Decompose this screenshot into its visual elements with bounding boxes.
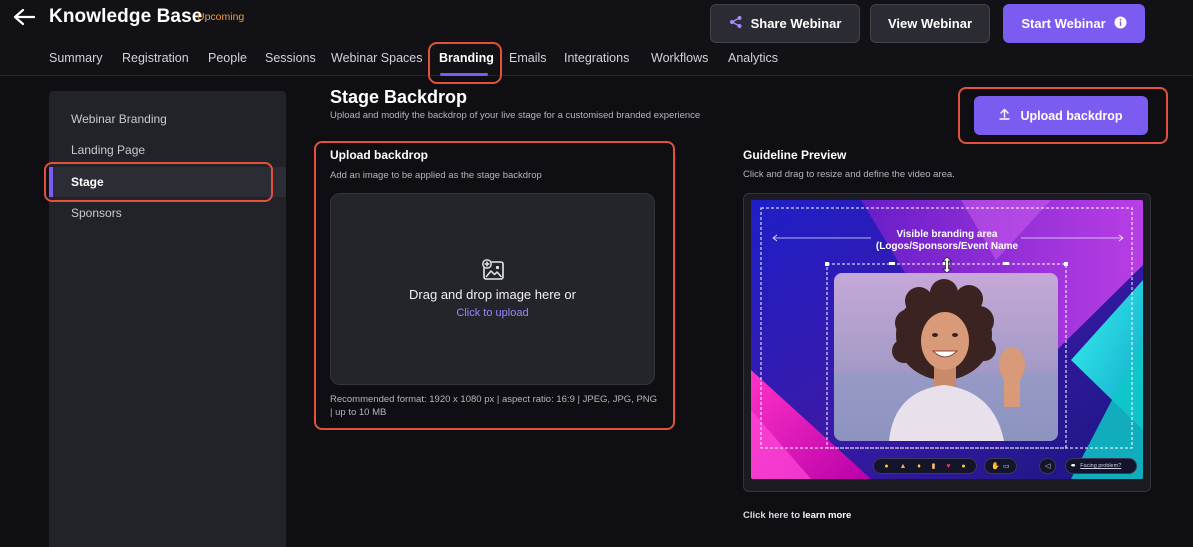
video-area[interactable]: [834, 273, 1058, 441]
start-webinar-button[interactable]: Start Webinar: [1003, 4, 1145, 43]
tab-workflows[interactable]: Workflows: [651, 51, 708, 65]
facing-problem-link[interactable]: Facing problem?: [1080, 463, 1121, 469]
sidebar-item-label: Sponsors: [71, 206, 122, 220]
tab-registration[interactable]: Registration: [122, 51, 189, 65]
stage-preview[interactable]: Visible branding area (Logos/Sponsors/Ev…: [751, 200, 1143, 479]
chat-icon[interactable]: ⬬: [1071, 463, 1075, 470]
sidebar-item-stage[interactable]: Stage: [49, 167, 286, 197]
upload-icon: [999, 108, 1011, 123]
clap-emoji-icon[interactable]: ●: [961, 463, 965, 470]
sidebar-item-sponsors[interactable]: Sponsors: [49, 198, 286, 228]
start-webinar-label: Start Webinar: [1021, 16, 1106, 31]
image-add-icon: [481, 259, 505, 286]
tab-branding[interactable]: Branding: [439, 51, 494, 65]
hand-controls: ✋ ▭: [984, 458, 1017, 474]
nav-tabs: Summary Registration People Sessions Web…: [0, 46, 1193, 76]
presenter-image: [834, 273, 1058, 441]
upload-section-subtitle: Add an image to be applied as the stage …: [330, 170, 542, 181]
volume-control: ◁: [1039, 458, 1056, 474]
share-icon: [729, 15, 743, 32]
guideline-title: Guideline Preview: [743, 148, 847, 162]
visible-branding-line2: (Logos/Sponsors/Event Name: [875, 241, 1019, 252]
active-indicator: [49, 167, 53, 197]
info-icon[interactable]: [1114, 16, 1127, 32]
sidebar-item-webinar-branding[interactable]: Webinar Branding: [49, 104, 286, 134]
help-controls: ⬬ Facing problem?: [1065, 458, 1137, 474]
trophy-emoji-icon[interactable]: ♦: [917, 463, 921, 470]
sidebar-item-landing-page[interactable]: Landing Page: [49, 135, 286, 165]
learn-more-prefix: Click here to: [743, 510, 801, 521]
top-header: Knowledge Base Upcoming Share Webinar Vi…: [0, 0, 1193, 76]
share-webinar-button[interactable]: Share Webinar: [710, 4, 860, 43]
click-to-upload-link[interactable]: Click to upload: [331, 307, 654, 319]
smile-emoji-icon[interactable]: ●: [884, 463, 888, 470]
thumbs-up-icon[interactable]: ▮: [932, 463, 936, 470]
guideline-preview-card: Visible branding area (Logos/Sponsors/Ev…: [743, 193, 1151, 492]
caption-icon[interactable]: ▭: [1003, 463, 1010, 470]
sidebar-item-label: Landing Page: [71, 143, 146, 157]
back-arrow-icon[interactable]: [11, 5, 37, 29]
tab-summary[interactable]: Summary: [49, 51, 102, 65]
reaction-bar: ● ▲ ♦ ▮ ♥ ●: [873, 458, 977, 474]
page-header-title: Knowledge Base: [49, 6, 203, 27]
view-webinar-label: View Webinar: [887, 16, 973, 31]
status-badge: Upcoming: [197, 11, 245, 23]
section-subtitle: Upload and modify the backdrop of your l…: [330, 110, 701, 121]
tab-webinar-spaces[interactable]: Webinar Spaces: [331, 51, 423, 65]
dropzone-text: Drag and drop image here or: [409, 287, 576, 302]
tab-sessions[interactable]: Sessions: [265, 51, 316, 65]
visible-branding-label: Visible branding area (Logos/Sponsors/Ev…: [751, 229, 1143, 253]
view-webinar-button[interactable]: View Webinar: [870, 4, 990, 43]
guideline-subtitle: Click and drag to resize and define the …: [743, 169, 955, 180]
tab-analytics[interactable]: Analytics: [728, 51, 778, 65]
branding-sidebar: Webinar Branding Landing Page Stage Spon…: [49, 91, 286, 547]
section-title: Stage Backdrop: [330, 87, 468, 107]
upload-section-title: Upload backdrop: [330, 148, 429, 162]
tab-people[interactable]: People: [208, 51, 247, 65]
image-dropzone[interactable]: Drag and drop image here or Click to upl…: [330, 193, 655, 385]
sidebar-item-label: Webinar Branding: [71, 112, 167, 126]
share-webinar-label: Share Webinar: [750, 16, 842, 31]
upload-backdrop-button[interactable]: Upload backdrop: [974, 96, 1148, 135]
upload-backdrop-label: Upload backdrop: [1020, 108, 1123, 123]
heart-icon[interactable]: ♥: [946, 463, 950, 470]
tab-integrations[interactable]: Integrations: [564, 51, 629, 65]
learn-more-row: Click here to learn more: [743, 510, 851, 521]
active-tab-underline: [440, 73, 488, 76]
raise-hand-icon[interactable]: ✋: [991, 463, 1000, 470]
tab-emails[interactable]: Emails: [509, 51, 547, 65]
format-note: Recommended format: 1920 x 1080 px | asp…: [330, 394, 658, 418]
sidebar-item-label: Stage: [71, 175, 104, 189]
volume-icon[interactable]: ◁: [1045, 463, 1050, 470]
party-emoji-icon[interactable]: ▲: [899, 463, 906, 470]
visible-branding-line1: Visible branding area: [896, 229, 998, 240]
learn-more-link[interactable]: learn more: [803, 510, 852, 521]
